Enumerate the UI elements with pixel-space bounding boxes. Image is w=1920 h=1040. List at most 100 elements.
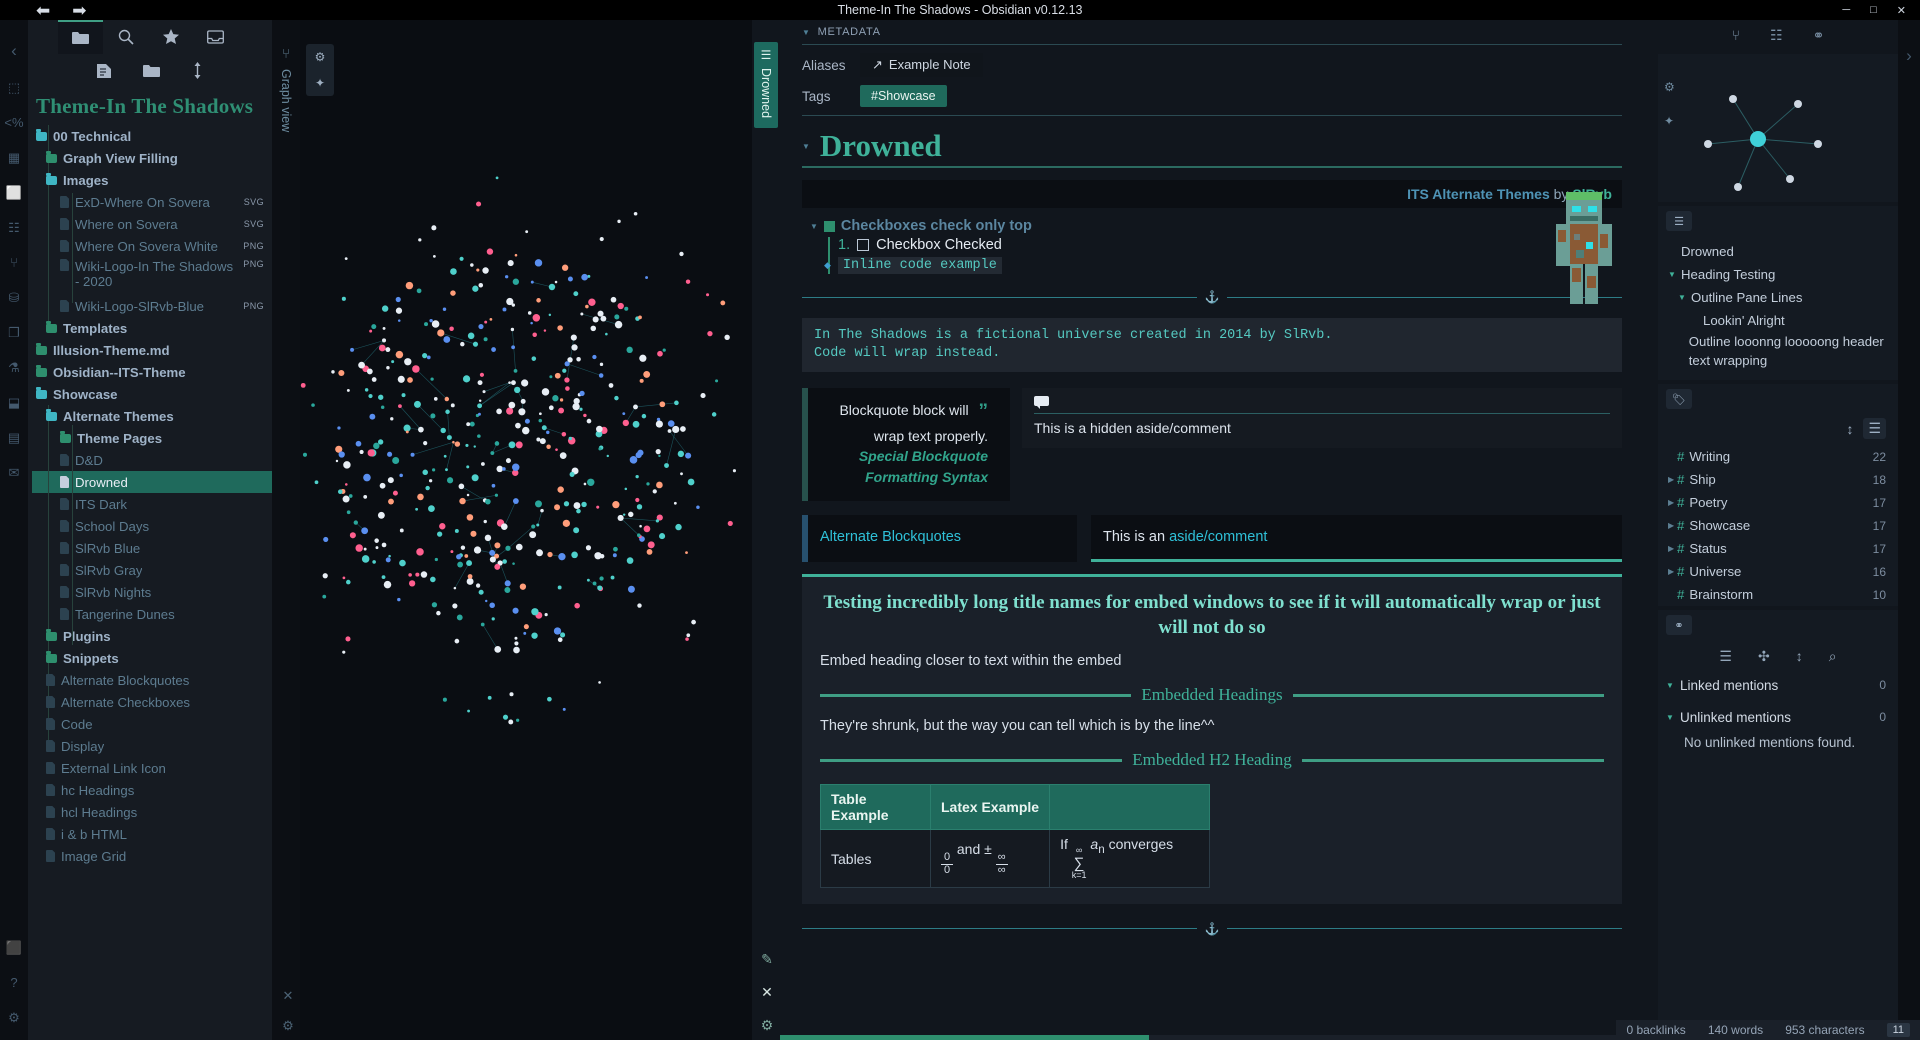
file-row[interactable]: Where on Sovera SVG bbox=[32, 213, 272, 235]
file-row[interactable]: Alternate Checkboxes bbox=[32, 691, 272, 713]
tag-item[interactable]: ▶ # Status 17 bbox=[1658, 537, 1898, 560]
folder-row[interactable]: Illusion-Theme.md bbox=[32, 339, 272, 361]
banner-link[interactable]: ITS Alternate Themes bbox=[1407, 186, 1550, 202]
search-backlinks-icon[interactable]: ⌕ bbox=[1829, 648, 1837, 665]
file-row[interactable]: School Days bbox=[32, 515, 272, 537]
folder-row[interactable]: Snippets bbox=[32, 647, 272, 669]
alias-chip[interactable]: ↗ Example Note bbox=[860, 53, 983, 77]
file-row[interactable]: SlRvb Nights bbox=[32, 581, 272, 603]
back-icon[interactable]: ⬅ bbox=[36, 2, 50, 19]
checkbox-icon[interactable] bbox=[857, 239, 870, 251]
tag-item[interactable]: ▶ # Showcase 17 bbox=[1658, 514, 1898, 537]
local-graph-canvas[interactable] bbox=[1658, 54, 1898, 202]
outline-item[interactable]: ▼ Outline Pane Lines bbox=[1668, 286, 1888, 309]
chevron-right-icon[interactable]: ▶ bbox=[1668, 475, 1677, 484]
outline-item[interactable]: ▼ Heading Testing bbox=[1668, 263, 1888, 286]
outline-icon[interactable]: ☰ bbox=[1666, 211, 1692, 231]
chevron-down-icon[interactable]: ▼ bbox=[1666, 713, 1674, 722]
folder-row[interactable]: Images bbox=[32, 169, 272, 191]
chevron-right-icon[interactable]: ▶ bbox=[1668, 544, 1677, 553]
file-row[interactable]: Code bbox=[32, 713, 272, 735]
tag-item[interactable]: # Brainstorm 10 bbox=[1658, 583, 1898, 606]
linked-mentions-row[interactable]: ▼ Linked mentions 0 bbox=[1658, 672, 1898, 698]
tag-item[interactable]: ▶ # Poetry 17 bbox=[1658, 491, 1898, 514]
alternate-aside-link[interactable]: aside/comment bbox=[1169, 529, 1267, 545]
chevron-right-icon[interactable]: ▶ bbox=[1668, 498, 1677, 507]
table-icon[interactable]: ▦ bbox=[8, 151, 20, 164]
chevron-right-icon[interactable]: ▶ bbox=[1668, 521, 1677, 530]
fold-icon[interactable]: ▼ bbox=[810, 222, 818, 231]
tag-nest-icon[interactable]: ☰ bbox=[1863, 418, 1886, 440]
chevron-down-icon[interactable]: ▼ bbox=[1678, 293, 1686, 302]
file-row[interactable]: SlRvb Blue bbox=[32, 537, 272, 559]
tag-sort-icon[interactable]: ↕ bbox=[1846, 421, 1853, 437]
close-icon[interactable]: ✕ bbox=[1897, 4, 1906, 17]
close-pane-icon[interactable]: ✕ bbox=[761, 984, 773, 1001]
graph-magic-icon[interactable]: ✦ bbox=[1664, 114, 1675, 128]
help-icon[interactable]: ? bbox=[10, 976, 17, 989]
outline-item[interactable]: Outline looonng looooong header text wra… bbox=[1668, 332, 1888, 370]
file-row[interactable]: Where On Sovera White PNG bbox=[32, 235, 272, 257]
file-row[interactable]: i & b HTML bbox=[32, 823, 272, 845]
tag-item[interactable]: ▶ # Universe 16 bbox=[1658, 560, 1898, 583]
heading-fold-icon[interactable]: ▼ bbox=[802, 142, 810, 151]
file-row[interactable]: Wiki-Logo-In The Shadows - 2020 PNG bbox=[32, 257, 272, 295]
editor-scrollbar[interactable] bbox=[780, 1035, 1658, 1040]
link-tab-icon[interactable]: ⚭ bbox=[1813, 27, 1825, 44]
file-row[interactable]: hcl Headings bbox=[32, 801, 272, 823]
inbox-tab[interactable] bbox=[193, 20, 238, 54]
expand-sidebar-icon[interactable]: › bbox=[1906, 46, 1912, 66]
file-row[interactable]: Alternate Blockquotes bbox=[32, 669, 272, 691]
tag-item[interactable]: ▶ # Ship 18 bbox=[1658, 468, 1898, 491]
archive-icon[interactable]: ⬓ bbox=[8, 396, 20, 409]
file-row[interactable]: ExD-Where On Sovera SVG bbox=[32, 191, 272, 213]
folder-row[interactable]: Templates bbox=[32, 317, 272, 339]
inbox-icon[interactable]: ⬚ bbox=[8, 81, 20, 94]
file-row[interactable]: D&D bbox=[32, 449, 272, 471]
folder-row[interactable]: Obsidian--ITS-Theme bbox=[32, 361, 272, 383]
file-row[interactable]: SlRvb Gray bbox=[32, 559, 272, 581]
edit-pencil-icon[interactable]: ✎ bbox=[761, 951, 773, 968]
chevron-right-icon[interactable]: ▶ bbox=[1668, 567, 1677, 576]
collapse-sidebar-icon[interactable]: ‹ bbox=[11, 42, 17, 59]
files-tab[interactable] bbox=[58, 20, 103, 54]
code-percent-icon[interactable]: <% bbox=[4, 116, 23, 129]
copy-icon[interactable]: ❐ bbox=[8, 326, 20, 339]
file-row[interactable]: Display bbox=[32, 735, 272, 757]
mail-icon[interactable]: ✉ bbox=[9, 466, 20, 479]
folder-row[interactable]: Showcase bbox=[32, 383, 272, 405]
checked-box-icon[interactable] bbox=[823, 220, 835, 232]
folder-row[interactable]: 00 Technical bbox=[32, 125, 272, 147]
folder-row[interactable]: Theme Pages bbox=[32, 427, 272, 449]
new-note-icon[interactable] bbox=[97, 63, 111, 82]
graph-gear-icon[interactable]: ⚙ bbox=[282, 1018, 294, 1034]
file-row[interactable]: ITS Dark bbox=[32, 493, 272, 515]
outline-item[interactable]: Drowned bbox=[1668, 240, 1888, 263]
chevron-down-icon[interactable]: ▼ bbox=[1668, 270, 1676, 279]
outline-item[interactable]: Lookin' Alright bbox=[1668, 309, 1888, 332]
minimize-icon[interactable]: ─ bbox=[1842, 4, 1850, 17]
git-icon[interactable]: ⑂ bbox=[10, 256, 18, 269]
settings-icon[interactable]: ⚙ bbox=[8, 1011, 20, 1024]
metadata-header[interactable]: ▼ METADATA bbox=[802, 26, 1622, 38]
calendar-tab-icon[interactable]: ☷ bbox=[1770, 27, 1783, 44]
local-graph-panel[interactable]: ⚙ ✦ bbox=[1658, 54, 1898, 202]
grid-icon[interactable]: ▤ bbox=[8, 431, 20, 444]
tag-chip[interactable]: #Showcase bbox=[860, 85, 947, 107]
graph-canvas[interactable] bbox=[300, 20, 752, 1040]
door-icon[interactable]: ⬜ bbox=[6, 186, 22, 199]
flask-icon[interactable]: ⚗ bbox=[8, 361, 20, 374]
forward-icon[interactable]: ➡ bbox=[72, 2, 86, 19]
file-row[interactable]: External Link Icon bbox=[32, 757, 272, 779]
file-row[interactable]: Wiki-Logo-SlRvb-Blue PNG bbox=[32, 295, 272, 317]
tag-item[interactable]: # Writing 22 bbox=[1658, 445, 1898, 468]
calendar-icon[interactable]: ☷ bbox=[8, 221, 20, 234]
chevron-down-icon[interactable]: ▼ bbox=[802, 28, 811, 37]
folder-row[interactable]: Plugins bbox=[32, 625, 272, 647]
graph-tab-icon[interactable]: ⑂ bbox=[1732, 27, 1740, 43]
more-context-icon[interactable]: ✣ bbox=[1758, 648, 1770, 665]
starred-tab[interactable] bbox=[148, 20, 193, 54]
collapse-results-icon[interactable]: ☰ bbox=[1719, 648, 1732, 665]
unlinked-mentions-row[interactable]: ▼ Unlinked mentions 0 bbox=[1658, 704, 1898, 730]
editor-note-tab[interactable]: ☰ Drowned bbox=[754, 42, 778, 129]
